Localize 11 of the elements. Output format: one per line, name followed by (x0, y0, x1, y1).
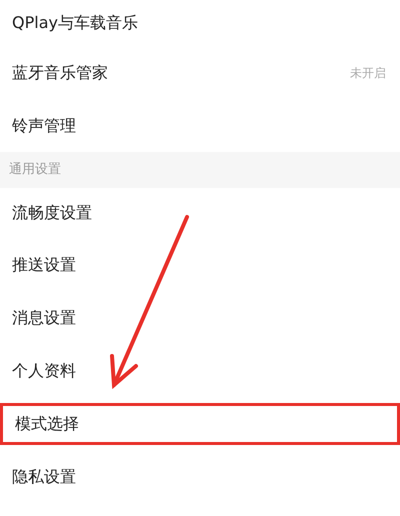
settings-item[interactable]: 推送设置 (0, 238, 400, 291)
status-text: 未开启 (350, 64, 386, 82)
settings-item[interactable]: 流畅度设置 (0, 188, 400, 238)
settings-item[interactable]: 铃声管理 (0, 99, 400, 152)
settings-item[interactable]: 蓝牙音乐管家 未开启 (0, 46, 400, 99)
section-header: 通用设置 (0, 152, 400, 188)
settings-item[interactable]: QPlay与车载音乐 (0, 0, 400, 46)
settings-item[interactable]: 隐私设置 (0, 450, 400, 503)
settings-item[interactable]: 模式选择 (0, 402, 400, 444)
settings-item[interactable]: 个人资料 (0, 344, 400, 397)
settings-item[interactable]: 消息设置 (0, 291, 400, 344)
